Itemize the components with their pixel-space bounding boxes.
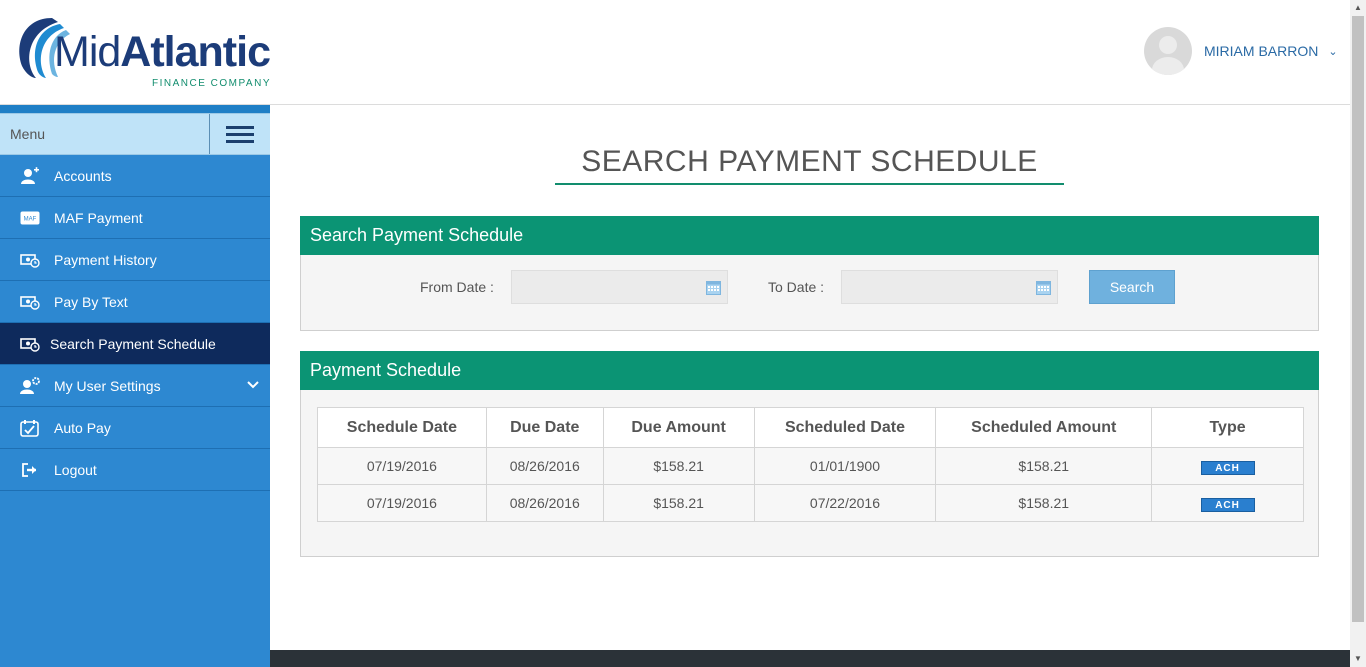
scroll-up-arrow-icon[interactable]: ▲ (1350, 0, 1366, 16)
maf-card-icon: MAF (20, 209, 40, 227)
menu-label: Menu (10, 126, 46, 142)
sidebar: Menu Accounts MAF MAF Payment Payment Hi… (0, 105, 270, 667)
to-date-label: To Date : (768, 279, 825, 295)
sidebar-item-label: Search Payment Schedule (50, 335, 216, 352)
table-cell: $158.21 (935, 447, 1153, 485)
table-cell: 08/26/2016 (485, 484, 604, 522)
ach-badge: ACH (1200, 460, 1255, 475)
sidebar-item-maf-payment[interactable]: MAF MAF Payment (0, 197, 270, 239)
title-underline (555, 183, 1064, 185)
column-header[interactable]: Scheduled Date (753, 407, 937, 448)
logout-icon (20, 461, 40, 479)
from-date-input[interactable] (511, 270, 728, 304)
user-menu[interactable]: MIRIAM BARRON ⌄ (1144, 27, 1338, 75)
company-logo[interactable]: MidAtlantic FINANCE COMPANY (14, 14, 274, 94)
search-form: From Date : To Date : Search (301, 255, 1318, 330)
sidebar-item-my-user-settings[interactable]: My User Settings (0, 365, 270, 407)
column-header[interactable]: Due Amount (602, 407, 755, 448)
page-title: SEARCH PAYMENT SCHEDULE (581, 145, 1038, 178)
money-clock-icon (20, 335, 40, 353)
calendar-check-icon (20, 419, 40, 437)
logo-tagline: FINANCE COMPANY (152, 78, 271, 89)
table-cell: 01/01/1900 (753, 447, 937, 485)
column-header[interactable]: Scheduled Amount (935, 407, 1153, 448)
table-row: 07/19/2016 08/26/2016 $158.21 01/01/1900… (317, 447, 1304, 485)
calendar-icon[interactable] (1036, 280, 1051, 295)
column-header[interactable]: Type (1151, 407, 1304, 448)
user-add-icon (20, 166, 40, 185)
sidebar-item-label: Auto Pay (54, 419, 111, 436)
sidebar-item-label: Pay By Text (54, 293, 128, 310)
table-row: 07/19/2016 08/26/2016 $158.21 07/22/2016… (317, 484, 1304, 522)
table-header-row: Schedule Date Due Date Due Amount Schedu… (317, 407, 1304, 448)
sidebar-item-pay-by-text[interactable]: Pay By Text (0, 281, 270, 323)
search-panel: Search Payment Schedule From Date : To D… (300, 216, 1319, 331)
sidebar-item-logout[interactable]: Logout (0, 449, 270, 491)
sidebar-top-strip (0, 105, 270, 113)
user-name[interactable]: MIRIAM BARRON (1204, 43, 1318, 59)
header: MidAtlantic FINANCE COMPANY MIRIAM BARRO… (0, 0, 1350, 105)
sidebar-item-label: My User Settings (54, 377, 161, 394)
column-header[interactable]: Due Date (485, 407, 604, 448)
avatar[interactable] (1144, 27, 1192, 75)
sidebar-item-accounts[interactable]: Accounts (0, 155, 270, 197)
menu-bar: Menu (0, 113, 270, 155)
sidebar-item-payment-history[interactable]: Payment History (0, 239, 270, 281)
sidebar-item-label: Accounts (54, 167, 112, 184)
table-cell: $158.21 (935, 484, 1153, 522)
calendar-icon[interactable] (706, 280, 721, 295)
table-cell: 07/19/2016 (317, 484, 487, 522)
from-date-label: From Date : (420, 279, 494, 295)
sidebar-item-label: MAF Payment (54, 209, 143, 226)
table-cell: ACH (1151, 447, 1304, 485)
sidebar-item-auto-pay[interactable]: Auto Pay (0, 407, 270, 449)
logo-wordmark: MidAtlantic (54, 28, 271, 76)
table-cell: $158.21 (602, 484, 755, 522)
payment-schedule-panel: Payment Schedule Schedule Date Due Date … (300, 351, 1319, 557)
money-clock-icon (20, 251, 40, 269)
to-date-input[interactable] (841, 270, 1058, 304)
sidebar-item-label: Logout (54, 461, 97, 478)
sidebar-item-label: Payment History (54, 251, 157, 268)
panel-title: Search Payment Schedule (300, 216, 1319, 255)
scrollbar-thumb[interactable] (1352, 16, 1364, 622)
money-clock-icon (20, 293, 40, 311)
table-cell: $158.21 (602, 447, 755, 485)
footer-bar (270, 650, 1350, 667)
table-cell: 07/22/2016 (753, 484, 937, 522)
chevron-down-icon[interactable]: ⌄ (1328, 45, 1337, 58)
table-cell: 07/19/2016 (317, 447, 487, 485)
scroll-down-arrow-icon[interactable]: ▼ (1350, 651, 1366, 667)
search-button[interactable]: Search (1089, 270, 1175, 304)
sidebar-item-search-payment-schedule[interactable]: Search Payment Schedule (0, 323, 270, 365)
table-cell: 08/26/2016 (485, 447, 604, 485)
hamburger-menu-icon[interactable] (209, 114, 270, 154)
column-header[interactable]: Schedule Date (317, 407, 487, 448)
main-content: SEARCH PAYMENT SCHEDULE Search Payment S… (270, 105, 1350, 650)
ach-badge: ACH (1200, 497, 1255, 512)
payment-schedule-table: Schedule Date Due Date Due Amount Schedu… (317, 407, 1304, 522)
user-settings-icon (20, 376, 40, 395)
table-cell: ACH (1151, 484, 1304, 522)
panel-title: Payment Schedule (300, 351, 1319, 390)
chevron-down-icon[interactable] (246, 377, 260, 394)
svg-text:MAF: MAF (24, 216, 37, 222)
page-scrollbar[interactable]: ▲ ▼ (1350, 0, 1366, 667)
